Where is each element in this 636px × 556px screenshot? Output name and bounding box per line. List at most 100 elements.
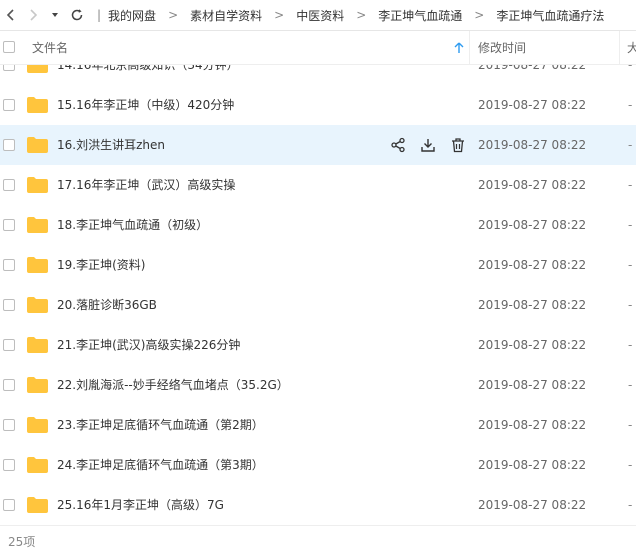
breadcrumb-separator: | (97, 8, 102, 22)
row-checkbox[interactable] (3, 139, 15, 151)
row-checkbox[interactable] (3, 419, 15, 431)
folder-icon (27, 417, 48, 433)
file-size: - (628, 218, 633, 232)
column-divider[interactable] (469, 31, 470, 64)
file-modified-time: 2019-08-27 08:22 (478, 298, 587, 312)
breadcrumb-item-current-folder: 李正坤气血疏通疗法 (496, 8, 605, 23)
file-name[interactable]: 23.李正坤足底循环气血疏通（第2期） (57, 405, 264, 445)
row-checkbox[interactable] (3, 339, 15, 351)
list-item[interactable]: 16.刘洪生讲耳zhen 2019-08-27 08:22 - (0, 125, 636, 165)
row-actions (390, 125, 466, 165)
breadcrumb-separator: > (474, 8, 485, 22)
refresh-icon (71, 9, 83, 21)
item-count: 25项 (8, 534, 36, 549)
file-name[interactable]: 16.刘洪生讲耳zhen (57, 125, 165, 165)
row-checkbox[interactable] (3, 65, 15, 71)
download-icon (421, 139, 435, 152)
row-checkbox[interactable] (3, 259, 15, 271)
breadcrumb-item-parent-folder[interactable]: 李正坤气血疏通 (374, 7, 466, 24)
forward-button[interactable] (22, 0, 44, 30)
refresh-button[interactable] (66, 0, 88, 30)
list-item[interactable]: 15.16年李正坤（中级）420分钟 2019-08-27 08:22 - (0, 85, 636, 125)
row-checkbox[interactable] (3, 499, 15, 511)
breadcrumb: | 我的网盘 > 素材自学资料 > 中医资料 > 李正坤气血疏通 > 李正坤气血… (94, 7, 608, 24)
back-button[interactable] (0, 0, 22, 30)
file-size: - (628, 258, 633, 272)
file-name[interactable]: 25.16年1月李正坤（高级）7G (57, 485, 224, 525)
file-name[interactable]: 24.李正坤足底循环气血疏通（第3期） (57, 445, 264, 485)
file-modified-time: 2019-08-27 08:22 (478, 378, 587, 392)
file-size: - (628, 178, 633, 192)
file-name[interactable]: 22.刘胤海派--妙手经络气血堵点（35.2G） (57, 365, 289, 405)
download-button[interactable] (420, 137, 436, 153)
list-item[interactable]: 24.李正坤足底循环气血疏通（第3期） 2019-08-27 08:22 - (0, 445, 636, 485)
column-header-name[interactable]: 文件名 (32, 39, 68, 56)
chevron-right-icon (30, 9, 38, 21)
file-list: 14.16年北京高级知识（34分钟） 2019-08-27 08:22 - 15… (0, 65, 636, 525)
file-size: - (628, 418, 633, 432)
folder-icon (27, 497, 48, 513)
file-name[interactable]: 20.落脏诊断36GB (57, 285, 157, 325)
file-modified-time: 2019-08-27 08:22 (478, 178, 587, 192)
select-all-checkbox[interactable] (3, 41, 15, 53)
file-name[interactable]: 18.李正坤气血疏通（初级） (57, 205, 208, 245)
file-name[interactable]: 21.李正坤(武汉)高级实操226分钟 (57, 325, 240, 365)
delete-button[interactable] (450, 137, 466, 153)
navigation-bar: | 我的网盘 > 素材自学资料 > 中医资料 > 李正坤气血疏通 > 李正坤气血… (0, 0, 636, 31)
file-name[interactable]: 14.16年北京高级知识（34分钟） (57, 65, 239, 85)
folder-icon (27, 257, 48, 273)
row-checkbox[interactable] (3, 219, 15, 231)
arrow-up-icon[interactable] (454, 42, 464, 54)
file-modified-time: 2019-08-27 08:22 (478, 65, 587, 72)
list-item[interactable]: 22.刘胤海派--妙手经络气血堵点（35.2G） 2019-08-27 08:2… (0, 365, 636, 405)
file-modified-time: 2019-08-27 08:22 (478, 98, 587, 112)
breadcrumb-item-materials[interactable]: 素材自学资料 (186, 7, 266, 24)
file-name[interactable]: 15.16年李正坤（中级）420分钟 (57, 85, 234, 125)
file-size: - (628, 458, 633, 472)
breadcrumb-item-tcm[interactable]: 中医资料 (292, 7, 348, 24)
list-item[interactable]: 17.16年李正坤（武汉）高级实操 2019-08-27 08:22 - (0, 165, 636, 205)
row-checkbox[interactable] (3, 179, 15, 191)
caret-down-icon (52, 13, 58, 17)
share-icon (391, 137, 405, 153)
file-modified-time: 2019-08-27 08:22 (478, 258, 587, 272)
file-modified-time: 2019-08-27 08:22 (478, 218, 587, 232)
share-button[interactable] (390, 137, 406, 153)
folder-icon (27, 177, 48, 193)
file-modified-time: 2019-08-27 08:22 (478, 138, 587, 152)
file-size: - (628, 65, 633, 72)
row-checkbox[interactable] (3, 459, 15, 471)
column-header-modified-time[interactable]: 修改时间 (478, 39, 526, 56)
chevron-left-icon (6, 9, 14, 21)
row-checkbox[interactable] (3, 299, 15, 311)
list-item[interactable]: 18.李正坤气血疏通（初级） 2019-08-27 08:22 - (0, 205, 636, 245)
breadcrumb-item-my-drive[interactable]: 我的网盘 (104, 7, 160, 24)
list-item[interactable]: 19.李正坤(资料) 2019-08-27 08:22 - (0, 245, 636, 285)
file-size: - (628, 98, 633, 112)
list-item[interactable]: 21.李正坤(武汉)高级实操226分钟 2019-08-27 08:22 - (0, 325, 636, 365)
trash-icon (452, 138, 464, 153)
row-checkbox[interactable] (3, 99, 15, 111)
folder-icon (27, 297, 48, 313)
file-modified-time: 2019-08-27 08:22 (478, 338, 587, 352)
column-header-size[interactable]: 大 (627, 39, 636, 56)
row-checkbox[interactable] (3, 379, 15, 391)
folder-icon (27, 217, 48, 233)
folder-icon (27, 457, 48, 473)
file-name[interactable]: 17.16年李正坤（武汉）高级实操 (57, 165, 235, 205)
list-item[interactable]: 20.落脏诊断36GB 2019-08-27 08:22 - (0, 285, 636, 325)
list-item[interactable]: 14.16年北京高级知识（34分钟） 2019-08-27 08:22 - (0, 65, 636, 85)
file-size: - (628, 338, 633, 352)
list-item[interactable]: 25.16年1月李正坤（高级）7G 2019-08-27 08:22 - (0, 485, 636, 525)
breadcrumb-separator: > (356, 8, 367, 22)
history-dropdown-button[interactable] (44, 0, 66, 30)
column-divider[interactable] (619, 31, 620, 64)
folder-icon (27, 65, 48, 73)
file-size: - (628, 138, 633, 152)
file-size: - (628, 298, 633, 312)
file-name[interactable]: 19.李正坤(资料) (57, 245, 145, 285)
folder-icon (27, 377, 48, 393)
folder-icon (27, 137, 48, 153)
list-item[interactable]: 23.李正坤足底循环气血疏通（第2期） 2019-08-27 08:22 - (0, 405, 636, 445)
status-bar: 25项 (0, 525, 636, 556)
